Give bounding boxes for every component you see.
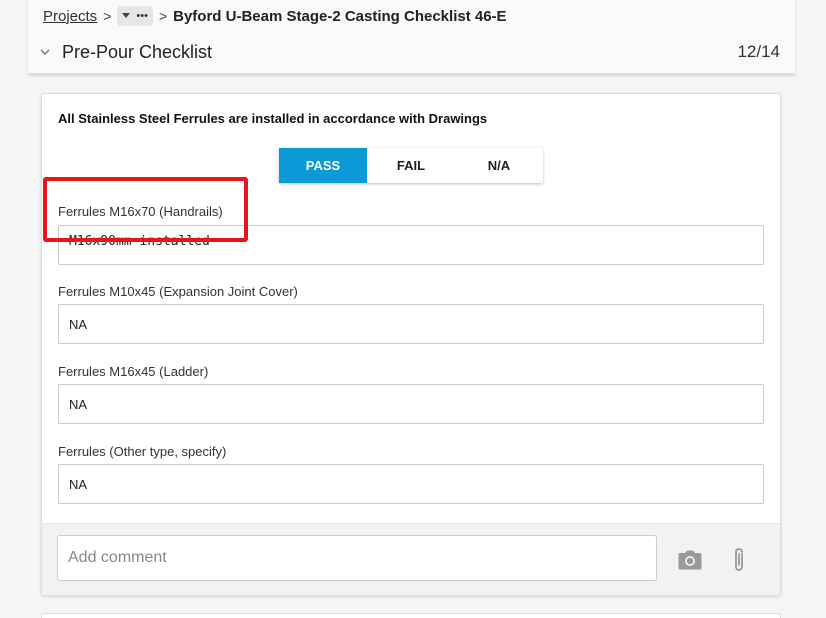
section-title: Pre-Pour Checklist xyxy=(62,41,213,62)
breadcrumb-more-dots: ••• xyxy=(136,10,148,22)
na-button[interactable]: N/A xyxy=(455,148,543,183)
field-label-handrails: Ferrules M16x70 (Handrails) xyxy=(58,204,223,219)
breadcrumb-more-button[interactable]: ••• xyxy=(117,6,153,26)
pass-button[interactable]: PASS xyxy=(279,148,367,183)
field-input-expansion-joint[interactable]: NA xyxy=(58,304,764,344)
paperclip-icon xyxy=(735,548,743,571)
chevron-down-icon[interactable] xyxy=(40,47,50,57)
comment-bar xyxy=(42,523,780,595)
section-header[interactable]: Pre-Pour Checklist 12/14 xyxy=(40,40,780,64)
field-input-handrails[interactable]: M16x90mm installed xyxy=(58,225,764,265)
breadcrumb-current: Byford U-Beam Stage-2 Casting Checklist … xyxy=(173,7,507,25)
comment-input[interactable] xyxy=(57,535,657,581)
fail-button[interactable]: FAIL xyxy=(367,148,455,183)
next-checklist-card xyxy=(41,613,781,618)
checklist-item-card: All Stainless Steel Ferrules are install… xyxy=(41,93,781,596)
camera-icon xyxy=(678,550,702,570)
field-label-expansion-joint: Ferrules M10x45 (Expansion Joint Cover) xyxy=(58,284,298,299)
question-text: All Stainless Steel Ferrules are install… xyxy=(58,111,488,126)
breadcrumb-separator: > xyxy=(103,8,112,24)
breadcrumb: Projects > ••• > Byford U-Beam Stage-2 C… xyxy=(43,6,507,26)
field-input-other[interactable]: NA xyxy=(58,464,764,504)
breadcrumb-separator: > xyxy=(158,8,168,24)
header-bar: Projects > ••• > Byford U-Beam Stage-2 C… xyxy=(28,0,795,74)
answer-segmented-control: PASS FAIL N/A xyxy=(279,148,543,183)
field-label-ladder: Ferrules M16x45 (Ladder) xyxy=(58,364,209,379)
field-input-ladder[interactable]: NA xyxy=(58,384,764,424)
breadcrumb-projects-link[interactable]: Projects xyxy=(43,8,97,25)
attach-button[interactable] xyxy=(725,546,753,574)
field-label-other: Ferrules (Other type, specify) xyxy=(58,444,227,459)
camera-button[interactable] xyxy=(676,546,704,574)
caret-down-icon xyxy=(122,13,131,18)
section-progress: 12/14 xyxy=(737,42,780,61)
